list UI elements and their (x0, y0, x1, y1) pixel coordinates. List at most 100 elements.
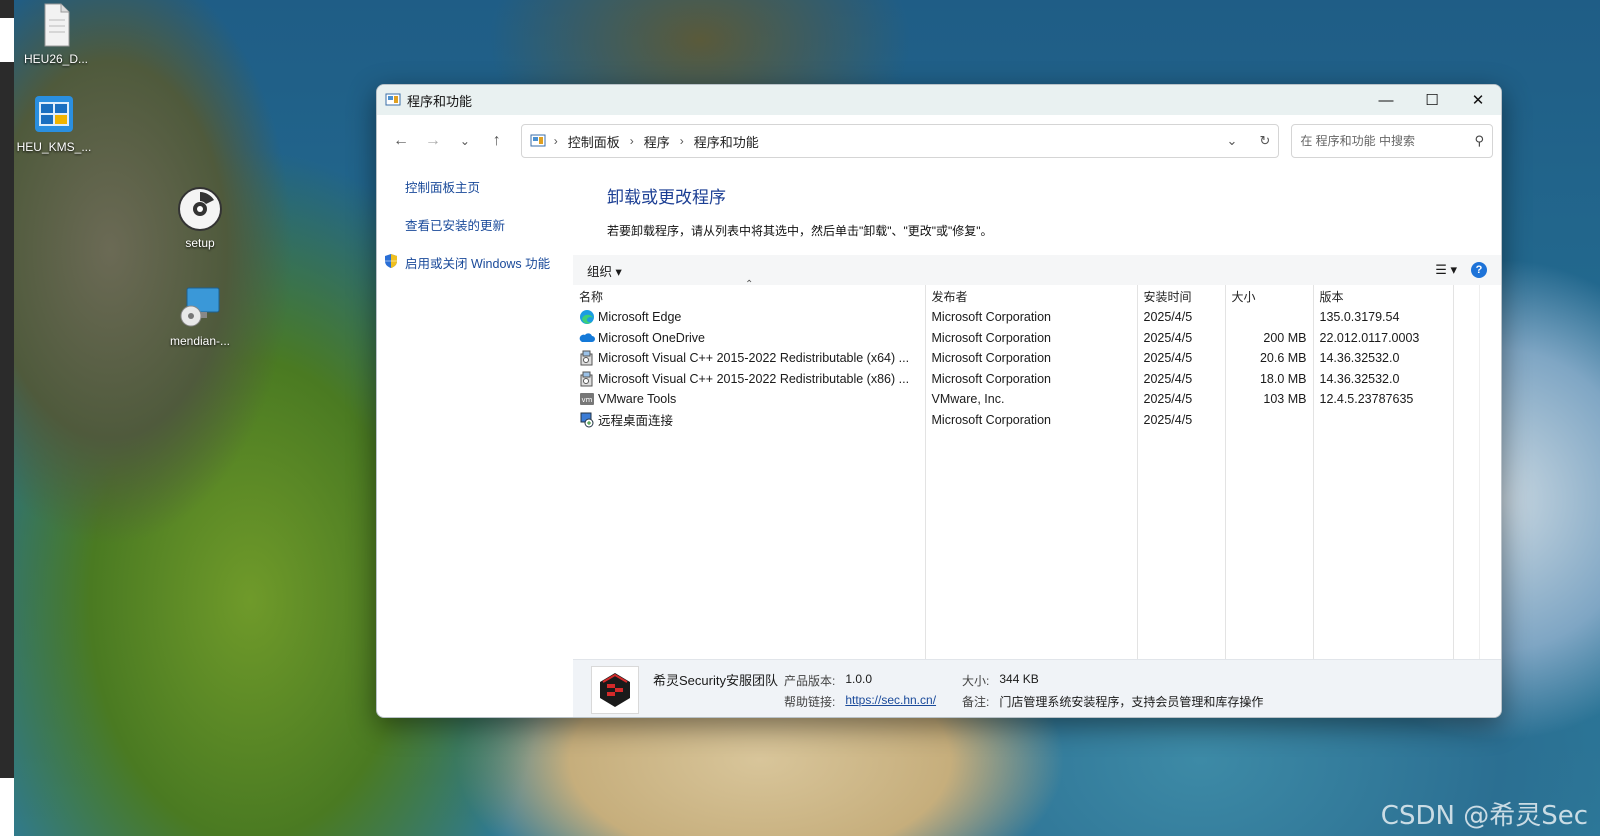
column-header-install-date[interactable]: 安装时间 (1137, 285, 1226, 307)
close-button[interactable]: ✕ (1455, 85, 1501, 115)
page-description: 若要卸载程序，请从列表中将其选中，然后单击"卸载"、"更改"或"修复"。 (607, 224, 993, 238)
program-version: 14.36.32532.0 (1313, 368, 1454, 389)
sidebar-link-control-panel-home[interactable]: 控制面板主页 (405, 177, 573, 196)
program-name: VMware Tools (598, 392, 677, 407)
details-grid-2: 大小: 344 KB 备注: 门店管理系统安装程序，支持会员管理和库存操作 (962, 672, 1263, 710)
recent-locations-chevron-icon[interactable]: ⌄ (449, 125, 481, 157)
column-divider (925, 285, 926, 659)
navigation-bar: ← → ⌄ ↑ › 控制面板 › 程序 › 程序和功能 ⌄ ↻ ⚲ (377, 115, 1501, 167)
program-version: 14.36.32532.0 (1313, 348, 1454, 369)
table-row[interactable]: 远程桌面连接 Microsoft Corporation 2025/4/5 (573, 409, 1454, 430)
column-divider (1225, 285, 1226, 659)
program-name: 远程桌面连接 (598, 414, 674, 429)
table-row[interactable]: Microsoft Visual C++ 2015-2022 Redistrib… (573, 348, 1454, 369)
file-icon (33, 2, 79, 48)
details-pane: 希灵Security安服团队 产品版本: 1.0.0 帮助链接: https:/… (573, 659, 1501, 717)
breadcrumb-programs-and-features[interactable]: 程序和功能 (694, 132, 759, 151)
back-arrow-icon[interactable]: ← (385, 125, 417, 157)
left-strip-segment (0, 778, 14, 836)
sidebar-link-installed-updates[interactable]: 查看已安装的更新 (405, 215, 573, 234)
installer-package-icon (579, 350, 595, 366)
program-version (1313, 409, 1454, 430)
maximize-button[interactable]: ☐ (1409, 85, 1455, 115)
column-header-row: 名称 ⌃ 发布者 安装时间 大小 版本 (573, 279, 1454, 307)
program-size (1225, 409, 1314, 430)
program-publisher: Microsoft Corporation (925, 307, 1138, 328)
column-header-size[interactable]: 大小 (1225, 285, 1314, 307)
desktop-icon-setup[interactable]: setup (162, 186, 238, 250)
up-arrow-icon[interactable]: ↑ (481, 125, 513, 157)
heu-kms-icon (31, 90, 77, 136)
uac-shield-icon (383, 253, 399, 272)
program-size: 200 MB (1225, 327, 1314, 348)
program-version: 12.4.5.23787635 (1313, 389, 1454, 410)
forward-arrow-icon[interactable]: → (417, 125, 449, 157)
column-header-version[interactable]: 版本 (1313, 285, 1454, 307)
search-icon[interactable]: ⚲ (1474, 133, 1484, 149)
details-help-link[interactable]: https://sec.hn.cn/ (845, 693, 936, 710)
desktop-icon-label: setup (185, 236, 215, 250)
search-box[interactable]: ⚲ (1291, 124, 1493, 158)
program-install-date: 2025/4/5 (1137, 327, 1226, 348)
view-options-icon[interactable]: ☰ ▾ (1435, 262, 1457, 278)
program-name: Microsoft Visual C++ 2015-2022 Redistrib… (598, 351, 910, 366)
program-publisher: Microsoft Corporation (925, 327, 1138, 348)
vertical-scrollbar[interactable] (1479, 285, 1501, 659)
program-version: 135.0.3179.54 (1313, 307, 1454, 328)
vmware-icon: vm (579, 391, 595, 407)
program-size: 18.0 MB (1225, 368, 1314, 389)
desktop-icon-heu26[interactable]: HEU26_D... (18, 2, 94, 66)
column-header-publisher[interactable]: 发布者 (925, 285, 1138, 307)
table-row[interactable]: Microsoft Edge Microsoft Corporation 202… (573, 307, 1454, 328)
program-publisher: VMware, Inc. (925, 389, 1138, 410)
program-install-date: 2025/4/5 (1137, 307, 1226, 328)
breadcrumb-programs[interactable]: 程序 (644, 132, 670, 151)
installer-icon (177, 284, 223, 330)
column-header-name[interactable]: 名称 ⌃ (573, 279, 926, 307)
title-bar[interactable]: 程序和功能 — ☐ ✕ (377, 85, 1501, 115)
desktop-icon-label: HEU26_D... (23, 52, 89, 66)
table-row[interactable]: Microsoft Visual C++ 2015-2022 Redistrib… (573, 368, 1454, 389)
main-panel: 卸载或更改程序 若要卸载程序，请从列表中将其选中，然后单击"卸载"、"更改"或"… (573, 167, 1501, 717)
edge-icon (579, 309, 595, 325)
program-publisher: Microsoft Corporation (925, 368, 1138, 389)
table-row[interactable]: Microsoft OneDrive Microsoft Corporation… (573, 327, 1454, 348)
breadcrumb-control-panel[interactable]: 控制面板 (568, 132, 620, 151)
sidebar: 控制面板主页 查看已安装的更新 启用或关闭 Windows 功能 (377, 167, 573, 717)
address-bar[interactable]: › 控制面板 › 程序 › 程序和功能 ⌄ ↻ (520, 124, 1280, 158)
program-install-date: 2025/4/5 (1137, 389, 1226, 410)
control-panel-icon (385, 92, 401, 108)
sort-ascending-icon: ⌃ (745, 279, 754, 290)
breadcrumb-separator-icon: › (629, 134, 634, 148)
left-edge-strip (0, 0, 14, 836)
search-input[interactable] (1300, 134, 1461, 148)
table-row[interactable]: vm VMware Tools VMware, Inc. 2025/4/5 103… (573, 389, 1454, 410)
details-version-label: 产品版本: (783, 674, 836, 688)
sidebar-link-windows-features[interactable]: 启用或关闭 Windows 功能 (405, 253, 550, 272)
programs-and-features-window: 程序和功能 — ☐ ✕ ← → ⌄ ↑ › 控制面板 › 程序 › 程序和功能 … (376, 84, 1502, 718)
desktop-icon-heu-kms[interactable]: HEU_KMS_... (16, 90, 92, 154)
watermark: CSDN @希灵Sec (1380, 801, 1588, 831)
refresh-icon[interactable]: ↻ (1259, 133, 1270, 149)
organize-menu-button[interactable]: 组织 ▾ (587, 261, 622, 280)
column-divider (1313, 285, 1314, 659)
breadcrumb-separator-icon: › (553, 134, 558, 148)
program-size: 20.6 MB (1225, 348, 1314, 369)
program-publisher: Microsoft Corporation (925, 409, 1138, 430)
program-name: Microsoft OneDrive (598, 330, 705, 345)
help-icon[interactable]: ? (1471, 262, 1487, 278)
details-comment-value: 门店管理系统安装程序，支持会员管理和库存操作 (999, 695, 1264, 709)
desktop-icon-label: HEU_KMS_... (16, 140, 92, 154)
program-size (1225, 307, 1314, 328)
desktop-icon-label: mendian-... (169, 334, 231, 348)
address-dropdown-chevron-icon[interactable]: ⌄ (1227, 133, 1238, 149)
breadcrumb-separator-icon: › (679, 134, 684, 148)
programs-list: 名称 ⌃ 发布者 安装时间 大小 版本 Microsoft Edge Micros… (573, 279, 1501, 659)
desktop-icon-mendian[interactable]: mendian-... (162, 284, 238, 348)
program-name: Microsoft Edge (598, 310, 682, 325)
installer-package-icon (579, 371, 595, 387)
program-install-date: 2025/4/5 (1137, 409, 1226, 430)
program-version: 22.012.0117.0003 (1313, 327, 1454, 348)
svg-text:vm: vm (582, 396, 593, 404)
minimize-button[interactable]: — (1363, 85, 1409, 115)
